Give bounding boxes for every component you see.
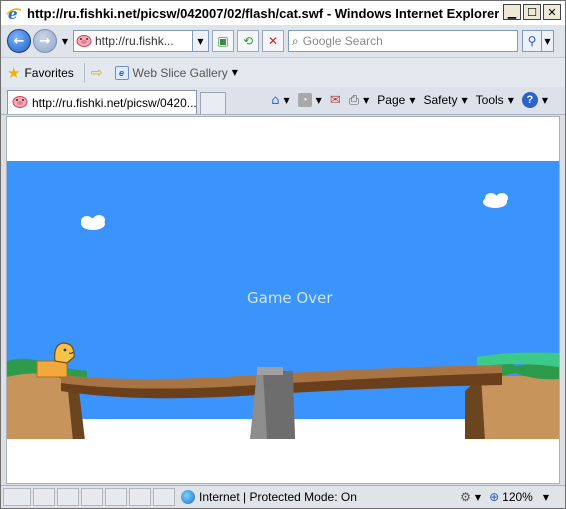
- security-zone[interactable]: Internet | Protected Mode: On: [181, 490, 357, 504]
- home-button[interactable]: ⌂ ▼: [268, 90, 292, 110]
- pig-favicon-icon: [76, 33, 92, 50]
- stone-pillar: [250, 367, 295, 439]
- search-options-dropdown[interactable]: ▼: [542, 30, 554, 52]
- chevron-down-icon: ▼: [461, 95, 468, 105]
- status-cell: [81, 488, 103, 506]
- search-button[interactable]: ⚲: [522, 30, 542, 52]
- svg-text:e: e: [8, 5, 18, 21]
- address-url: http://ru.fishk...: [95, 34, 174, 48]
- favorites-separator: [83, 62, 85, 83]
- web-slice-icon: e: [114, 65, 129, 80]
- tools-menu[interactable]: Tools ▼: [473, 90, 517, 110]
- chevron-down-icon: ▼: [315, 95, 322, 105]
- zone-text: Internet | Protected Mode: On: [199, 490, 357, 504]
- recent-pages-dropdown[interactable]: ▼: [59, 37, 71, 46]
- address-toolbar: ← → ▼ http://ru.fishk... ▼ ▣ ⟲ ✕ ⌕ Googl…: [1, 25, 565, 57]
- address-dropdown[interactable]: ▼: [193, 30, 209, 52]
- forward-arrow-icon: →: [39, 33, 51, 49]
- status-cell: [129, 488, 151, 506]
- command-bar: ⌂ ▼ ◔ ▼ ✉ ⎙ ▼ Page ▼ Safety ▼ Tools ▼ ? ▼: [268, 89, 551, 111]
- refresh-icon: ⟲: [242, 34, 254, 48]
- window-controls: ▁ ☐ ✕: [503, 4, 561, 20]
- page-menu[interactable]: Page ▼: [374, 90, 418, 110]
- change-zone-settings[interactable]: ⚙ ▼: [460, 490, 481, 504]
- help-button[interactable]: ? ▼: [519, 90, 551, 110]
- stop-button[interactable]: ✕: [262, 30, 284, 52]
- status-bar: Internet | Protected Mode: On ⚙ ▼ ⊕ 120% …: [1, 485, 565, 508]
- forward-button[interactable]: →: [33, 29, 57, 53]
- print-button[interactable]: ⎙ ▼: [346, 90, 373, 110]
- favorites-star-icon: ★: [7, 63, 21, 82]
- page-menu-label: Page: [377, 93, 406, 107]
- tools-menu-label: Tools: [475, 93, 504, 107]
- mail-icon: ✉: [329, 92, 341, 108]
- chevron-down-icon: ▼: [231, 68, 238, 77]
- back-arrow-icon: ←: [13, 33, 25, 49]
- feeds-button[interactable]: ◔ ▼: [295, 90, 325, 110]
- new-tab-button[interactable]: [200, 92, 226, 114]
- favorites-label: Favorites: [24, 65, 74, 80]
- window-title: http://ru.fishki.net/picsw/042007/02/fla…: [27, 5, 500, 21]
- ie-logo-icon: e: [5, 4, 23, 22]
- status-cell: [3, 488, 31, 506]
- maximize-button[interactable]: ☐: [523, 4, 541, 20]
- safety-menu-label: Safety: [423, 93, 458, 107]
- tab-row: http://ru.fishki.net/picsw/0420... ⌂ ▼ ◔ ▼…: [1, 87, 565, 115]
- flash-game-stage[interactable]: Game Over: [7, 161, 559, 439]
- page-content: Game Over: [6, 116, 560, 484]
- tab-cat-swf[interactable]: http://ru.fishki.net/picsw/0420...: [7, 90, 197, 114]
- favorites-button[interactable]: ★ Favorites: [7, 64, 74, 82]
- pig-favicon-icon: [12, 94, 28, 111]
- safety-menu[interactable]: Safety ▼: [420, 90, 470, 110]
- help-icon: ?: [521, 92, 538, 108]
- tab-label: http://ru.fishki.net/picsw/0420...: [32, 95, 196, 110]
- minimize-button[interactable]: ▁: [503, 4, 521, 20]
- zone-settings-icon: ⚙: [460, 490, 471, 504]
- home-icon: ⌂: [271, 92, 280, 108]
- cloud-right: [483, 193, 508, 208]
- status-cell: [33, 488, 55, 506]
- favorites-bar: ★ Favorites ⇨ e Web Slice Gallery ▼: [1, 57, 565, 87]
- game-over-text: Game Over: [247, 289, 333, 307]
- search-input[interactable]: ⌕ Google Search: [288, 30, 518, 52]
- stop-icon: ✕: [267, 34, 279, 48]
- chevron-down-icon: ▼: [541, 95, 548, 105]
- chevron-down-icon: ▼: [542, 492, 549, 502]
- search-placeholder: Google Search: [302, 34, 383, 48]
- title-bar: e http://ru.fishki.net/picsw/042007/02/f…: [1, 1, 565, 25]
- search-provider-icon: ⌕: [292, 33, 299, 48]
- refresh-button[interactable]: ⟲: [237, 30, 259, 52]
- address-field[interactable]: http://ru.fishk...: [73, 30, 193, 52]
- back-button[interactable]: ←: [7, 29, 31, 53]
- web-slice-label: Web Slice Gallery: [132, 65, 228, 80]
- chevron-down-icon: ▼: [474, 492, 482, 502]
- zoom-level: 120%: [502, 490, 533, 504]
- browser-window: e http://ru.fishki.net/picsw/042007/02/f…: [0, 0, 566, 509]
- chevron-down-icon: ▼: [507, 95, 514, 105]
- chevron-down-icon: ▼: [409, 95, 416, 105]
- close-button[interactable]: ✕: [543, 4, 561, 20]
- zoom-control[interactable]: ⊕ 120% ▼: [489, 490, 549, 504]
- add-to-favorites-icon[interactable]: ⇨: [91, 65, 103, 81]
- printer-icon: ⎙: [348, 92, 360, 108]
- read-mail-button[interactable]: ✉: [327, 90, 344, 110]
- compatibility-view-icon: ▣: [217, 34, 229, 48]
- internet-zone-icon: [181, 490, 195, 504]
- search-icon: ⚲: [527, 34, 537, 48]
- chevron-down-icon: ▼: [363, 95, 370, 105]
- zoom-icon: ⊕: [489, 490, 500, 504]
- chevron-down-icon: ▼: [283, 95, 290, 105]
- web-slice-gallery-link[interactable]: e Web Slice Gallery ▼: [109, 65, 238, 80]
- status-cell: [153, 488, 175, 506]
- status-cell: [105, 488, 127, 506]
- status-cell: [57, 488, 79, 506]
- compatibility-view-button[interactable]: ▣: [212, 30, 234, 52]
- rss-feed-icon: ◔: [297, 93, 312, 107]
